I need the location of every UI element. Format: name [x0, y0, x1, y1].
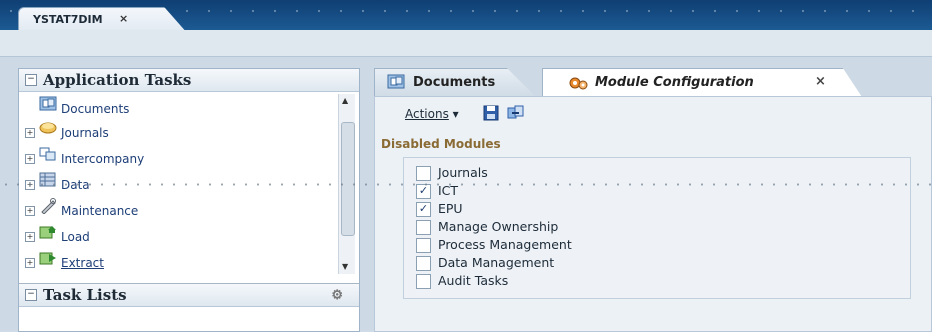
chevron-down-icon: ▾: [452, 107, 459, 121]
tree-item-label: Journals: [61, 126, 109, 140]
application-tasks-header[interactable]: − Application Tasks: [19, 69, 359, 92]
tab-close-icon[interactable]: ×: [815, 74, 826, 89]
tree-item-label: Maintenance: [61, 204, 139, 218]
documents-icon: [387, 74, 405, 89]
refresh-icon[interactable]: [507, 105, 525, 121]
checkbox[interactable]: [416, 238, 431, 253]
scroll-up-icon[interactable]: ▲: [342, 96, 348, 105]
expand-icon[interactable]: +: [25, 128, 35, 138]
tree-item-label: Intercompany: [61, 152, 145, 166]
tab-documents-label: Documents: [413, 75, 496, 90]
module-label: Manage Ownership: [438, 219, 559, 234]
scroll-down-icon[interactable]: ▼: [342, 262, 348, 271]
journals-icon: [39, 120, 57, 136]
task-lists-header[interactable]: − Task Lists ⚙: [19, 283, 359, 307]
document-tab-label: YSTAT7DIM: [33, 13, 103, 26]
documents-icon: [39, 96, 57, 112]
actions-label: Actions: [405, 107, 449, 121]
expand-icon[interactable]: +: [25, 154, 35, 164]
expand-icon[interactable]: +: [25, 232, 35, 242]
maintenance-icon: [39, 198, 57, 215]
module-configuration-content: Actions ▾ Disabled Modules Journals ✓ IC…: [374, 96, 932, 332]
extract-icon: [39, 250, 57, 266]
grid-overlay-dots: [0, 183, 932, 186]
checkbox[interactable]: [416, 166, 431, 181]
actions-menu[interactable]: Actions ▾: [405, 107, 459, 121]
tree-item-maintenance[interactable]: + Maintenance: [25, 198, 335, 222]
tab-module-configuration[interactable]: Module Configuration ×: [542, 68, 862, 97]
tree-item-journals[interactable]: + Journals: [25, 120, 335, 144]
main-content-area: Documents Module Configuration × Actions…: [372, 68, 932, 332]
module-label: Journals: [438, 165, 488, 180]
collapse-icon[interactable]: −: [25, 289, 37, 301]
module-label: Process Management: [438, 237, 572, 252]
tree-item-label: Extract: [61, 256, 104, 270]
tree-item-extract[interactable]: + Extract: [25, 250, 335, 274]
tree-item-label: Load: [61, 230, 90, 244]
document-tab-close-icon[interactable]: ×: [119, 12, 128, 25]
task-lists-title: Task Lists: [43, 286, 127, 304]
module-configuration-icon: [569, 75, 589, 91]
module-label: Audit Tasks: [438, 273, 509, 288]
application-tasks-title: Application Tasks: [43, 71, 192, 89]
intercompany-icon: [39, 146, 57, 162]
toolbar-strip: [0, 30, 932, 57]
tree-item-load[interactable]: + Load: [25, 224, 335, 248]
tree-item-documents[interactable]: Documents: [25, 96, 335, 120]
disabled-modules-label: Disabled Modules: [381, 137, 501, 151]
checkbox[interactable]: [416, 274, 431, 289]
tree-item-intercompany[interactable]: + Intercompany: [25, 146, 335, 170]
checkbox[interactable]: ✓: [416, 202, 431, 217]
task-lists-settings-icon[interactable]: ⚙: [331, 288, 343, 303]
tab-documents[interactable]: Documents: [374, 68, 536, 97]
checkbox[interactable]: [416, 256, 431, 271]
save-icon[interactable]: [483, 105, 499, 121]
expand-icon[interactable]: +: [25, 206, 35, 216]
load-icon: [39, 224, 57, 240]
tree-item-label: Documents: [61, 102, 130, 116]
module-label: EPU: [438, 201, 463, 216]
module-label: Data Management: [438, 255, 555, 270]
checkbox[interactable]: ✓: [416, 184, 431, 199]
scrollbar-thumb[interactable]: [341, 122, 355, 236]
disabled-modules-list: Journals ✓ ICT ✓ EPU Manage Ownership Pr…: [403, 157, 911, 299]
tab-module-configuration-label: Module Configuration: [595, 75, 754, 90]
collapse-icon[interactable]: −: [25, 74, 37, 86]
checkbox[interactable]: [416, 220, 431, 235]
expand-icon[interactable]: +: [25, 258, 35, 268]
application-tasks-panel: − Application Tasks Documents + Journals…: [18, 68, 360, 332]
